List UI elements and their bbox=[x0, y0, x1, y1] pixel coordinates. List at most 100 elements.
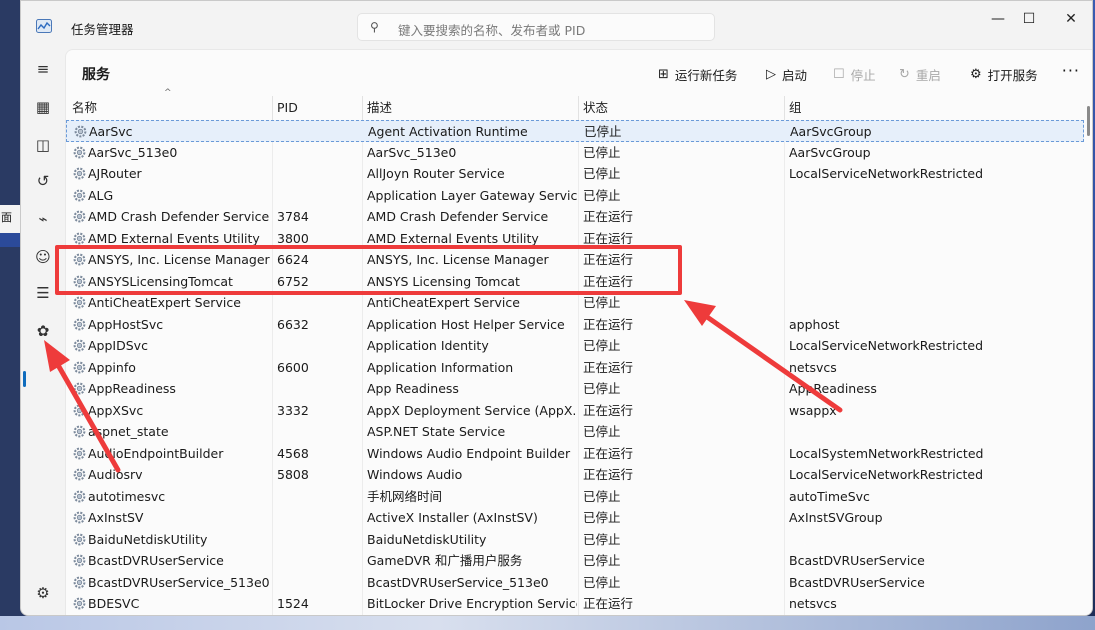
start-button[interactable]: ▷ 启动 bbox=[766, 62, 807, 86]
settings-icon[interactable]: ⚙ bbox=[27, 579, 59, 607]
run-task-icon: ⊞ bbox=[658, 66, 669, 82]
column-header-name[interactable]: 名称 bbox=[66, 96, 272, 120]
stop-icon: ☐ bbox=[833, 66, 845, 82]
app-title: 任务管理器 bbox=[71, 22, 134, 37]
cell-group: wsappx bbox=[789, 402, 837, 418]
cell-description: 手机网络时间 bbox=[367, 488, 443, 504]
cell-group: LocalServiceNetworkRestricted bbox=[789, 467, 984, 482]
vertical-scrollbar[interactable] bbox=[1087, 106, 1090, 136]
table-row[interactable]: Audiosrv 5808 Windows Audio 正在运行 LocalServic… bbox=[66, 464, 1084, 486]
cell-group: autoTimeSvc bbox=[789, 488, 870, 504]
search-placeholder: 键入要搜索的名称、发布者或 PID bbox=[398, 23, 586, 38]
cell-name: BDESVC bbox=[88, 596, 140, 611]
service-gear-icon bbox=[73, 597, 86, 610]
cell-group: LocalServiceNetworkRestricted bbox=[789, 166, 984, 181]
maximize-button[interactable]: ☐ bbox=[1014, 11, 1044, 31]
cell-pid bbox=[277, 335, 362, 356]
table-row[interactable]: BaiduNetdiskUtility BaiduNetdiskUtility 已停… bbox=[66, 529, 1084, 551]
cell-description: BaiduNetdiskUtility bbox=[367, 531, 487, 547]
column-header-group[interactable]: 组 bbox=[784, 96, 1084, 120]
table-row[interactable]: aspnet_state ASP.NET State Service 已停止 bbox=[66, 421, 1084, 443]
task-manager-window: 任务管理器 ⚲ 键入要搜索的名称、发布者或 PID — ☐ ✕ ≡ ▦ ◫ ↺ … bbox=[20, 0, 1093, 616]
cell-group: netsvcs bbox=[789, 596, 837, 611]
table-row[interactable]: BcastDVRUserService GameDVR 和广播用户服务 已停止 Bca… bbox=[66, 550, 1084, 572]
startup-apps-icon[interactable]: ⌁ bbox=[27, 205, 59, 233]
table-row[interactable]: AarSvc Agent Activation Runtime 已停止 AarSvcG… bbox=[66, 120, 1084, 142]
cell-status: 已停止 bbox=[583, 531, 621, 547]
cell-name: Audiosrv bbox=[88, 467, 143, 482]
table-row[interactable]: Appinfo 6600 Application Information 正在运行 ne… bbox=[66, 357, 1084, 379]
table-row[interactable]: AntiCheatExpert Service AntiCheatExpert S… bbox=[66, 292, 1084, 314]
processes-icon[interactable]: ▦ bbox=[27, 93, 59, 121]
table-row[interactable]: ALG Application Layer Gateway Service 已停止 bbox=[66, 185, 1084, 207]
search-input[interactable]: ⚲ 键入要搜索的名称、发布者或 PID bbox=[357, 13, 715, 41]
table-row[interactable]: AppHostSvc 6632 Application Host Helper Se… bbox=[66, 314, 1084, 336]
cell-pid bbox=[278, 121, 363, 142]
cell-description: Windows Audio bbox=[367, 467, 463, 482]
cell-pid: 3332 bbox=[277, 402, 309, 418]
table-row[interactable]: BcastDVRUserService_513e0 BcastDVRUserSer… bbox=[66, 572, 1084, 594]
cell-status: 已停止 bbox=[583, 338, 621, 353]
cell-pid: 4568 bbox=[277, 445, 309, 461]
cell-name: ALG bbox=[88, 187, 114, 203]
cell-name: AxInstSV bbox=[88, 510, 144, 525]
performance-icon[interactable]: ◫ bbox=[27, 131, 59, 159]
close-button[interactable]: ✕ bbox=[1056, 11, 1086, 31]
restart-button[interactable]: ↻ 重启 bbox=[899, 62, 941, 86]
table-row[interactable]: BDESVC 1524 BitLocker Drive Encryption Ser… bbox=[66, 593, 1084, 615]
more-options-button[interactable]: ··· bbox=[1062, 61, 1080, 80]
cell-status: 已停止 bbox=[583, 381, 621, 396]
stop-button[interactable]: ☐ 停止 bbox=[833, 62, 876, 86]
open-services-button[interactable]: ⚙ 打开服务 bbox=[970, 62, 1038, 86]
cell-group bbox=[789, 206, 1079, 227]
table-row[interactable]: AxInstSV ActiveX Installer (AxInstSV) 已停止 A… bbox=[66, 507, 1084, 529]
title-bar[interactable]: 任务管理器 ⚲ 键入要搜索的名称、发布者或 PID — ☐ ✕ bbox=[21, 1, 1092, 49]
table-row[interactable]: AarSvc_513e0 AarSvc_513e0 已停止 AarSvcGroup bbox=[66, 142, 1084, 164]
table-row[interactable]: AJRouter AllJoyn Router Service 已停止 LocalSe… bbox=[66, 163, 1084, 185]
cell-name: AppIDSvc bbox=[88, 338, 148, 353]
service-gear-icon bbox=[73, 382, 86, 395]
cell-description: AMD Crash Defender Service bbox=[367, 209, 549, 224]
table-row[interactable]: AudioEndpointBuilder 4568 Windows Audio En… bbox=[66, 443, 1084, 465]
cell-name: AppXSvc bbox=[88, 402, 144, 418]
cell-status: 正在运行 bbox=[583, 316, 634, 332]
service-gear-icon bbox=[73, 511, 86, 524]
table-row[interactable]: AppXSvc 3332 AppX Deployment Service (AppX… bbox=[66, 400, 1084, 422]
table-row[interactable]: AppReadiness App Readiness 已停止 AppReadiness bbox=[66, 378, 1084, 400]
cell-group: apphost bbox=[789, 316, 840, 332]
service-gear-icon bbox=[73, 146, 86, 158]
service-gear-icon bbox=[73, 361, 86, 373]
column-header-pid[interactable]: PID bbox=[272, 96, 362, 120]
column-header-status[interactable]: 状态 bbox=[578, 96, 784, 120]
table-row[interactable]: autotimesvc 手机网络时间 已停止 autoTimeSvc bbox=[66, 486, 1084, 508]
cell-pid bbox=[277, 550, 362, 571]
cell-name: AJRouter bbox=[88, 166, 142, 181]
minimize-button[interactable]: — bbox=[983, 11, 1013, 31]
cell-group: BcastDVRUserService bbox=[789, 574, 925, 590]
desktop-background-bottom bbox=[0, 616, 1095, 630]
cell-description: AarSvc_513e0 bbox=[367, 144, 457, 160]
cell-status: 正在运行 bbox=[583, 596, 634, 611]
services-icon[interactable]: ✿ bbox=[27, 317, 59, 345]
app-history-icon[interactable]: ↺ bbox=[27, 167, 59, 195]
column-header-description[interactable]: 描述 bbox=[362, 96, 578, 120]
cell-description: AppX Deployment Service (AppX... bbox=[367, 402, 577, 418]
cell-status: 正在运行 bbox=[583, 402, 634, 418]
cell-pid: 1524 bbox=[277, 596, 309, 611]
cell-status: 已停止 bbox=[583, 144, 621, 160]
start-label: 启动 bbox=[782, 67, 808, 83]
cell-pid bbox=[277, 142, 362, 163]
cell-pid: 6632 bbox=[277, 316, 309, 332]
cell-description: AntiCheatExpert Service bbox=[367, 295, 520, 310]
cell-pid bbox=[277, 378, 362, 399]
run-new-task-button[interactable]: ⊞ 运行新任务 bbox=[658, 62, 737, 86]
service-gear-icon bbox=[73, 447, 86, 459]
table-row[interactable]: AppIDSvc Application Identity 已停止 LocalServ… bbox=[66, 335, 1084, 357]
cell-pid bbox=[277, 421, 362, 442]
menu-icon[interactable]: ≡ bbox=[27, 55, 59, 83]
cell-pid bbox=[277, 507, 362, 528]
cell-name: AntiCheatExpert Service bbox=[88, 295, 241, 310]
table-row[interactable]: AMD Crash Defender Service 3784 AMD Crash … bbox=[66, 206, 1084, 228]
cell-pid bbox=[277, 572, 362, 593]
service-gear-icon bbox=[74, 125, 87, 138]
